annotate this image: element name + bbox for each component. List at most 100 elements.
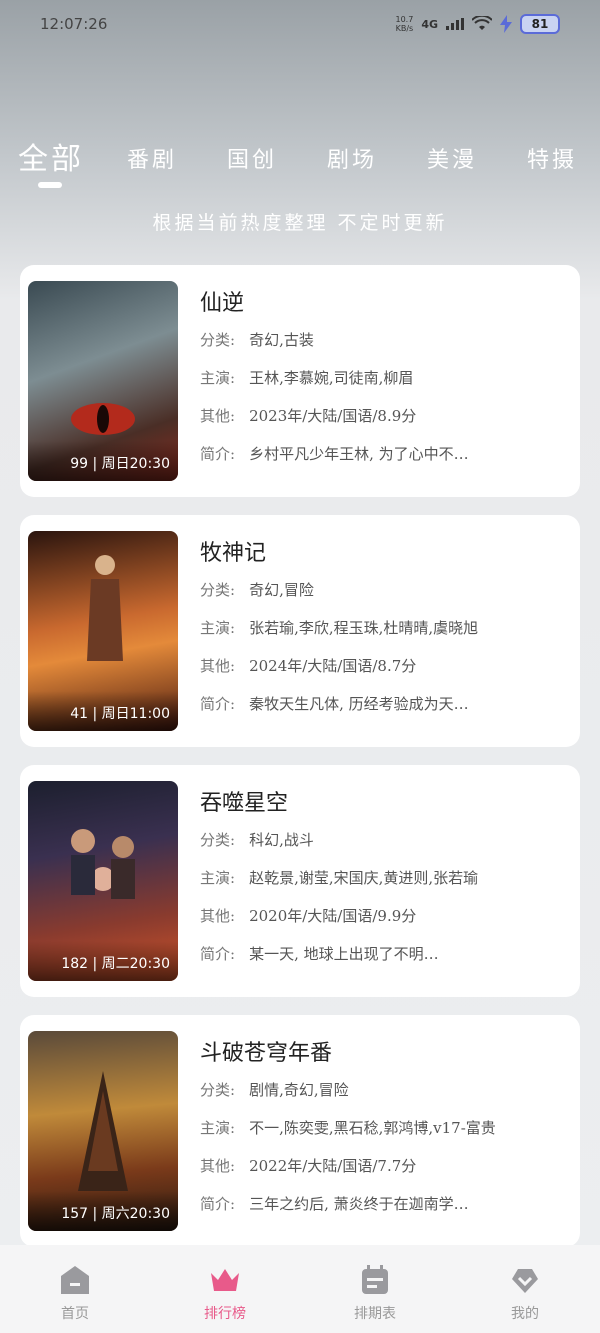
category-value: 科幻,战斗 [249,831,314,849]
category-label: 分类: [200,1081,236,1099]
item-category: 分类: 剧情,奇幻,冒险 [200,1075,570,1105]
other-label: 其他: [200,657,236,675]
other-label: 其他: [200,907,236,925]
active-tab-indicator [38,182,62,188]
item-other: 其他: 2020年/大陆/国语/9.9分 [200,901,570,931]
intro-label: 简介: [200,695,236,713]
tab-american[interactable]: 美漫 [427,142,477,174]
nav-ranking-label: 排行榜 [204,1306,246,1322]
cast-value: 王林,李慕婉,司徒南,柳眉 [249,369,414,387]
wifi-icon [472,16,492,30]
intro-label: 简介: [200,945,236,963]
item-intro: 简介: 秦牧天生凡体, 历经考验成为天… [200,689,570,719]
category-label: 分类: [200,581,236,599]
cast-label: 主演: [200,619,236,637]
other-label: 其他: [200,407,236,425]
status-icons: 10.7 KB/s 4G 81 [396,14,560,34]
nav-home-label: 首页 [61,1306,89,1322]
tower-art [78,1071,128,1191]
eye-art [71,403,135,435]
other-value: 2022年/大陆/国语/7.7分 [249,1157,417,1175]
status-bar: 12:07:26 10.7 KB/s 4G 81 [0,0,600,48]
nav-home[interactable]: 首页 [0,1245,150,1333]
cast-value: 不一,陈奕雯,黑石稔,郭鸿博,v17-富贵 [249,1119,496,1137]
item-title: 吞噬星空 [200,791,289,816]
cast-value: 赵乾景,谢莹,宋国庆,黄进则,张若瑜 [249,869,479,887]
speed-value: 10.7 [395,15,414,24]
category-value: 奇幻,古装 [249,331,314,349]
network-type: 4G [421,17,438,31]
intro-value: 某一天, 地球上出现了不明… [249,945,439,963]
speed-unit: KB/s [395,24,414,33]
category-label: 分类: [200,331,236,349]
heart-icon [512,1269,538,1293]
nav-mine[interactable]: 我的 [450,1245,600,1333]
nav-mine-label: 我的 [511,1306,539,1322]
list-item[interactable]: 99 | 周日20:30 仙逆 分类: 奇幻,古装 主演: 王林,李慕婉,司徒南,柳… [20,265,580,497]
episode-schedule: 99 | 周日20:30 [70,456,170,472]
item-title: 斗破苍穹年番 [200,1041,333,1066]
bottom-nav: 首页 排行榜 排期表 我的 [0,1245,600,1333]
poster-image: 157 | 周六20:30 [28,1031,178,1231]
nav-ranking[interactable]: 排行榜 [150,1245,300,1333]
category-value: 奇幻,冒险 [249,581,314,599]
episode-schedule: 182 | 周二20:30 [61,956,170,972]
tab-all[interactable]: 全部 [18,134,84,178]
other-value: 2023年/大陆/国语/8.9分 [249,407,417,425]
item-other: 其他: 2024年/大陆/国语/8.7分 [200,651,570,681]
tab-anime[interactable]: 番剧 [127,142,177,174]
charging-icon [500,15,512,33]
tab-tokusatsu[interactable]: 特摄 [527,142,577,174]
signal-icon [446,18,464,30]
battery-indicator: 81 [520,14,560,34]
item-other: 其他: 2022年/大陆/国语/7.7分 [200,1151,570,1181]
item-cast: 主演: 王林,李慕婉,司徒南,柳眉 [200,363,570,393]
ranking-subtitle: 根据当前热度整理 不定时更新 [152,212,448,234]
poster-image: 99 | 周日20:30 [28,281,178,481]
item-other: 其他: 2023年/大陆/国语/8.9分 [200,401,570,431]
status-time: 12:07:26 [40,15,108,33]
characters-art [71,829,135,899]
calendar-icon [362,1265,388,1294]
network-speed: 10.7 KB/s [396,15,414,33]
poster-image: 41 | 周日11:00 [28,531,178,731]
item-category: 分类: 奇幻,古装 [200,325,570,355]
poster-image: 182 | 周二20:30 [28,781,178,981]
list-item[interactable]: 182 | 周二20:30 吞噬星空 分类: 科幻,战斗 主演: 赵乾景,谢莹,宋国… [20,765,580,997]
item-category: 分类: 科幻,战斗 [200,825,570,855]
cast-label: 主演: [200,369,236,387]
intro-value: 三年之约后, 萧炎终于在迦南学… [249,1195,469,1213]
intro-label: 简介: [200,445,236,463]
item-category: 分类: 奇幻,冒险 [200,575,570,605]
list-item[interactable]: 41 | 周日11:00 牧神记 分类: 奇幻,冒险 主演: 张若瑜,李欣,程玉珠,… [20,515,580,747]
item-cast: 主演: 不一,陈奕雯,黑石稔,郭鸿博,v17-富贵 [200,1113,570,1143]
category-value: 剧情,奇幻,冒险 [249,1081,349,1099]
crown-icon [211,1269,239,1291]
intro-value: 秦牧天生凡体, 历经考验成为天… [249,695,469,713]
other-value: 2024年/大陆/国语/8.7分 [249,657,417,675]
home-icon [61,1266,89,1294]
other-value: 2020年/大陆/国语/9.9分 [249,907,417,925]
item-title: 仙逆 [200,291,245,316]
item-intro: 简介: 某一天, 地球上出现了不明… [200,939,570,969]
item-cast: 主演: 张若瑜,李欣,程玉珠,杜晴晴,虞晓旭 [200,613,570,643]
cast-label: 主演: [200,869,236,887]
item-intro: 简介: 乡村平凡少年王林, 为了心中不… [200,439,570,469]
item-cast: 主演: 赵乾景,谢莹,宋国庆,黄进则,张若瑜 [200,863,570,893]
episode-schedule: 41 | 周日11:00 [70,706,170,722]
nav-schedule[interactable]: 排期表 [300,1245,450,1333]
tab-theater[interactable]: 剧场 [327,142,377,174]
other-label: 其他: [200,1157,236,1175]
intro-value: 乡村平凡少年王林, 为了心中不… [249,445,469,463]
intro-label: 简介: [200,1195,236,1213]
category-tabs: 全部 番剧 国创 剧场 美漫 特摄 [0,128,600,188]
item-title: 牧神记 [200,541,267,566]
item-intro: 简介: 三年之约后, 萧炎终于在迦南学… [200,1189,570,1219]
nav-schedule-label: 排期表 [354,1306,396,1322]
character-art [87,555,123,661]
episode-schedule: 157 | 周六20:30 [61,1206,170,1222]
cast-label: 主演: [200,1119,236,1137]
cast-value: 张若瑜,李欣,程玉珠,杜晴晴,虞晓旭 [249,619,479,637]
list-item[interactable]: 157 | 周六20:30 斗破苍穹年番 分类: 剧情,奇幻,冒险 主演: 不一,陈… [20,1015,580,1247]
tab-domestic[interactable]: 国创 [227,142,277,174]
